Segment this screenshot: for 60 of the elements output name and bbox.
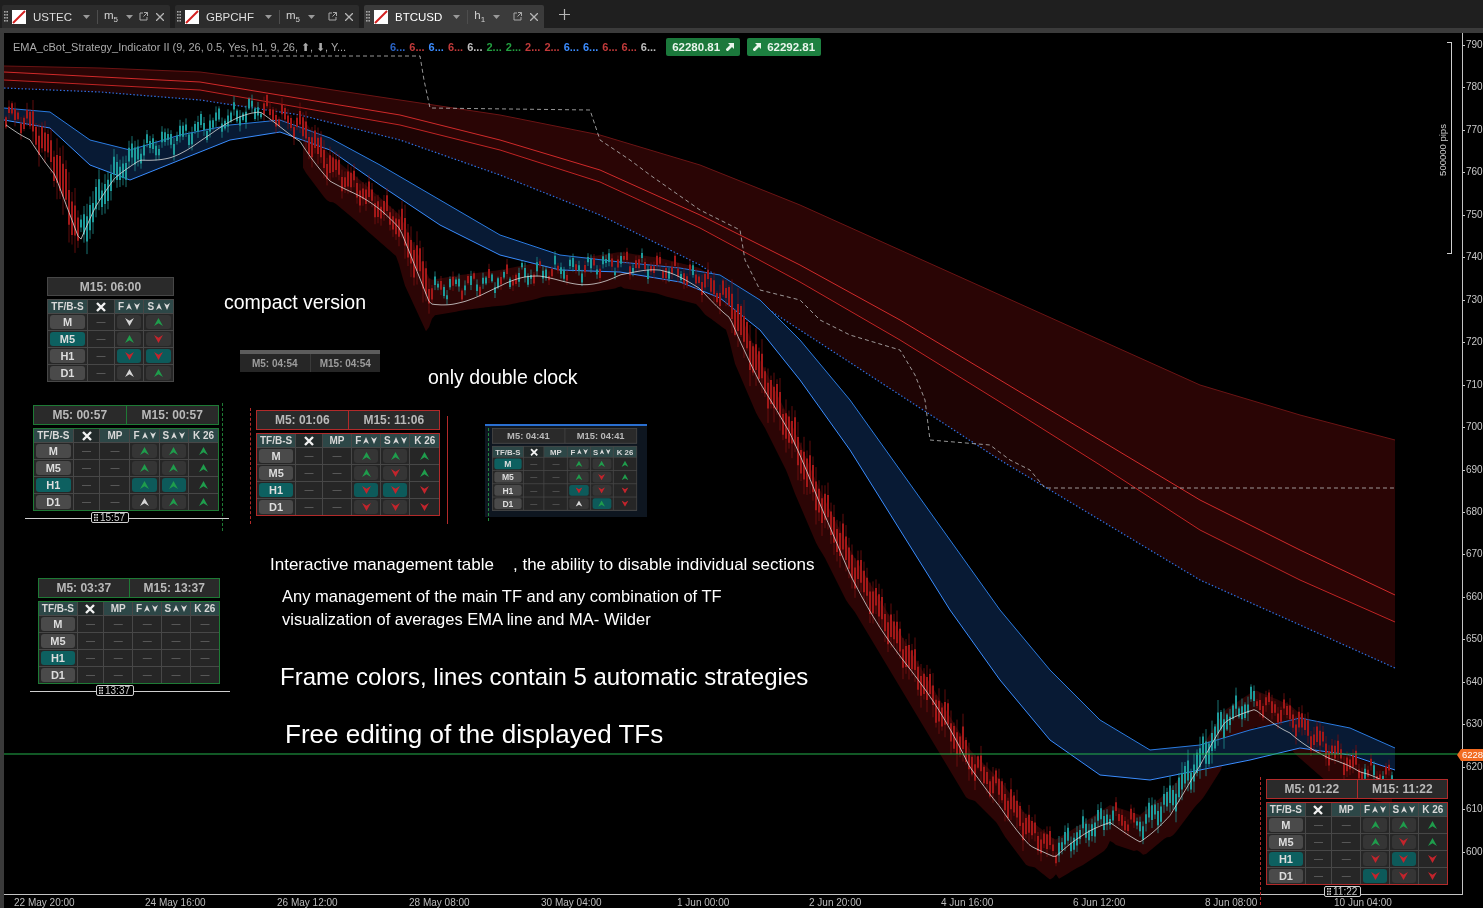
time-label: 1 Jun 00:00 [677, 898, 730, 908]
popout-icon[interactable] [139, 12, 148, 21]
slash-square-icon [185, 9, 199, 24]
caret-down-icon [126, 14, 134, 19]
chart-tab[interactable]: BTCUSD h$_{1}$ [364, 5, 544, 28]
time-label: 28 May 08:00 [409, 898, 470, 908]
timeframe-dropdown[interactable]: m$_{5}$ [285, 9, 315, 24]
axis-label: 710 [1463, 379, 1483, 391]
time-label: 10 Jun 04:00 [1334, 898, 1392, 908]
timeframe-dropdown[interactable]: m$_{5}$ [104, 9, 134, 24]
axis-label: 650 [1463, 633, 1483, 645]
popout-icon[interactable] [328, 12, 337, 21]
axis-label: 690 [1463, 464, 1483, 476]
close-icon[interactable] [530, 12, 538, 21]
axis-label: 720 [1463, 336, 1483, 348]
timeframe-dropdown[interactable]: h$_{1}$ [474, 9, 501, 24]
slash-square-icon [374, 9, 388, 24]
time-label: 6 Jun 12:00 [1073, 898, 1126, 908]
symbol-dropdown[interactable]: BTCUSD [395, 10, 461, 23]
grip-icon [366, 11, 370, 22]
time-label: 8 Jun 08:00 [1205, 898, 1258, 908]
popout-icon[interactable] [513, 12, 522, 21]
axis-label: 620 [1463, 761, 1483, 773]
caret-down-icon [83, 14, 90, 19]
axis-label: 670 [1463, 548, 1483, 560]
axis-label: 630 [1463, 718, 1483, 730]
grip-icon [177, 11, 181, 22]
caret-down-icon [264, 14, 272, 19]
axis-label: 660 [1463, 591, 1483, 603]
price-tag: 6228 [1457, 749, 1483, 761]
caret-down-icon [493, 14, 501, 19]
axis-label: 780 [1463, 81, 1483, 93]
time-label: 30 May 04:00 [541, 898, 602, 908]
axis-label: 760 [1463, 166, 1483, 178]
chart-tab[interactable]: USTEC m$_{5}$ [2, 5, 170, 28]
time-label: 26 May 12:00 [277, 898, 338, 908]
chart-tab[interactable]: GBPCHF m$_{5}$ [175, 5, 359, 28]
axis-label: 600 [1463, 846, 1483, 858]
caret-down-icon [307, 14, 315, 19]
axis-label: 610 [1463, 803, 1483, 815]
axis-label: 790 [1463, 39, 1483, 51]
axis-label: 750 [1463, 209, 1483, 221]
time-label: 4 Jun 16:00 [941, 898, 994, 908]
axis-label: 730 [1463, 294, 1483, 306]
close-icon[interactable] [345, 12, 353, 21]
time-label: 24 May 16:00 [145, 898, 206, 908]
caret-down-icon [453, 14, 461, 19]
slash-square-icon [12, 9, 26, 24]
axis-label: 640 [1463, 676, 1483, 688]
axis-label: 740 [1463, 251, 1483, 263]
plus-icon[interactable] [559, 8, 570, 20]
axis-label: 680 [1463, 506, 1483, 518]
symbol-dropdown[interactable]: USTEC [33, 10, 90, 23]
axis-label: 700 [1463, 421, 1483, 433]
time-label: 22 May 20:00 [14, 898, 75, 908]
symbol-dropdown[interactable]: GBPCHF [206, 10, 272, 23]
grip-icon [4, 11, 8, 22]
close-icon[interactable] [156, 12, 164, 21]
axis-label: 770 [1463, 124, 1483, 136]
time-label: 2 Jun 20:00 [809, 898, 862, 908]
